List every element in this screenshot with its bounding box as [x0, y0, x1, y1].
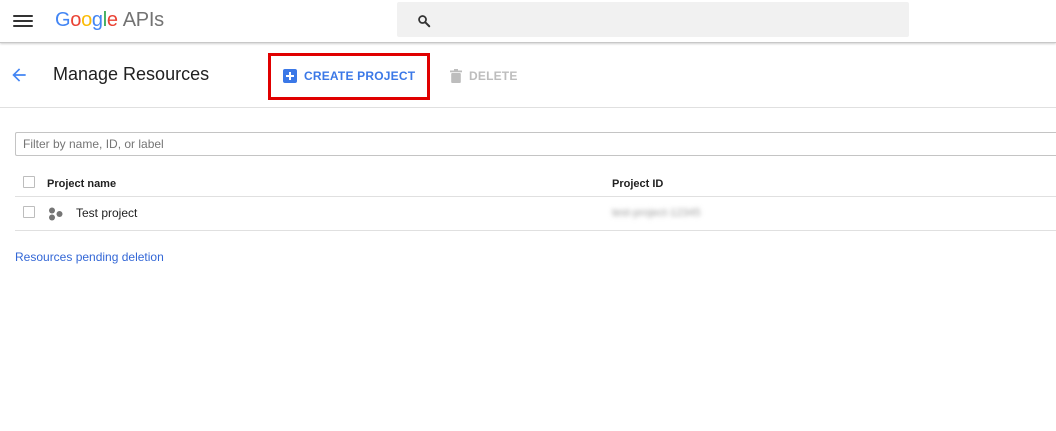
plus-square-icon	[283, 69, 297, 83]
project-id: test-project-12345	[612, 207, 701, 219]
delete-button[interactable]: DELETE	[450, 68, 518, 84]
project-name[interactable]: Test project	[76, 206, 137, 220]
top-app-bar: Google APIs	[0, 0, 1056, 43]
logo-letter: G	[55, 9, 71, 31]
hamburger-icon[interactable]	[12, 12, 34, 30]
create-project-button[interactable]: CREATE PROJECT	[283, 68, 415, 84]
search-bar[interactable]	[397, 2, 909, 37]
logo-suffix: APIs	[122, 9, 164, 31]
search-icon[interactable]	[417, 14, 431, 28]
select-all-checkbox[interactable]	[23, 176, 35, 188]
resources-pending-deletion-link[interactable]: Resources pending deletion	[15, 250, 164, 264]
column-header-project-id[interactable]: Project ID	[612, 178, 663, 190]
row-checkbox[interactable]	[23, 206, 35, 218]
table-row[interactable]: Test project test-project-12345	[15, 197, 1056, 231]
table-header-row: Project name Project ID	[15, 170, 1056, 197]
logo-letter: e	[106, 9, 118, 31]
logo-letter: o	[70, 9, 82, 31]
trash-icon	[450, 69, 462, 83]
logo-letter: o	[81, 9, 92, 31]
column-header-project-name[interactable]: Project name	[47, 178, 116, 190]
logo-letter: g	[91, 9, 103, 31]
page-header: Manage Resources CREATE PROJECT DELETE	[0, 44, 1056, 108]
page-title: Manage Resources	[53, 64, 210, 84]
project-dots-icon	[49, 207, 63, 221]
filter-input[interactable]	[15, 132, 1056, 156]
create-project-label: CREATE PROJECT	[304, 69, 416, 83]
google-apis-logo[interactable]: Google APIs	[55, 9, 164, 32]
delete-label: DELETE	[469, 69, 518, 83]
resources-table: Project name Project ID Test project tes…	[15, 170, 1056, 231]
arrow-left-icon[interactable]	[9, 65, 29, 85]
